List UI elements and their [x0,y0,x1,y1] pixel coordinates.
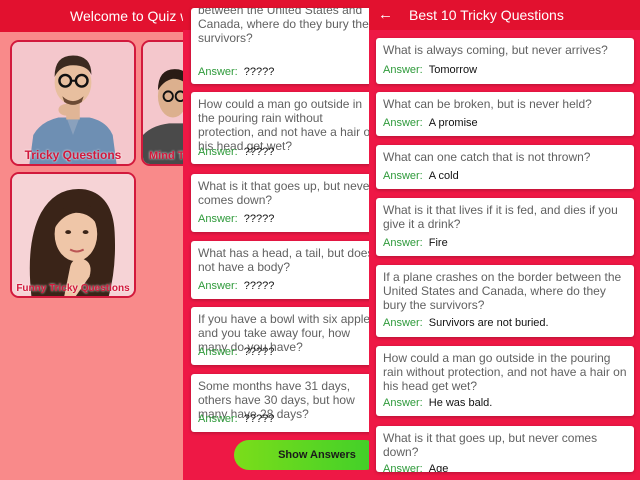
answer-label: Answer: [198,346,238,358]
answer-value: Fire [428,237,448,249]
answer-label: Answer: [198,413,238,425]
answer-value: ????? [243,66,275,78]
question-text: What is it that goes up, but never comes… [383,431,598,459]
answer-label: Answer: [198,213,238,225]
home-app-bar: Welcome to Quiz w [0,0,195,32]
answer-row: Answer: Fire [383,237,448,250]
answer-value: Survivors are not buried. [428,317,549,329]
thinking-woman-image [12,174,134,296]
answer-value: A promise [428,117,478,129]
question-text: What is always coming, but never arrives… [383,43,608,57]
back-arrow-icon[interactable]: ← [378,0,393,30]
answer-label: Answer: [198,66,238,78]
question-card[interactable]: What is it that lives if it is fed, and … [376,198,634,256]
answer-row: Answer: Survivors are not buried. [383,317,549,330]
question-card[interactable]: How could a man go outside in the pourin… [191,92,375,164]
answer-value: Tomorrow [428,64,478,76]
answer-row: Answer:????? [198,213,274,226]
question-text: What is it that lives if it is fed, and … [383,203,618,231]
question-card[interactable]: If you have a bowl with six apples and y… [191,307,375,365]
tile-label: Tricky Questions [24,148,122,162]
answer-value: ????? [243,413,275,425]
answer-value: ????? [243,346,275,358]
question-card[interactable]: What is it that goes up, but never comes… [376,426,634,472]
answer-value: Age [428,463,449,472]
answer-value: A cold [428,170,459,182]
answer-row: Answer:????? [198,66,274,79]
question-card[interactable]: Some months have 31 days, others have 30… [191,374,375,432]
answer-row: Answer:????? [198,280,274,293]
answer-label: Answer: [383,170,423,182]
answer-row: Answer: A cold [383,170,459,183]
answer-row: Answer: Tomorrow [383,64,477,77]
answer-label: Answer: [198,146,238,158]
question-card[interactable]: If a plane crashes on the border between… [376,265,634,337]
question-text: If a plane crashes on the border between… [383,270,622,312]
thinking-man-image [12,42,134,164]
show-answers-button[interactable]: Show Answers [234,440,375,470]
answer-label: Answer: [383,117,423,129]
question-card[interactable]: How could a man go outside in the pourin… [376,346,634,416]
page-title: Best 10 Tricky Questions [409,7,564,23]
question-text: How could a man go outside in the pourin… [383,351,627,393]
question-card[interactable]: What has a head, a tail, but does not ha… [191,241,375,299]
answer-row: Answer:????? [198,146,274,159]
question-card[interactable]: What is it that goes up, but never comes… [191,174,375,232]
answers-screen: ← Best 10 Tricky Questions What is alway… [369,0,640,480]
questions-screen: ← Best 10 Tricky Questions If a plane cr… [183,0,375,480]
question-card[interactable]: What is always coming, but never arrives… [376,38,634,84]
question-text: What can be broken, but is never held? [383,97,592,111]
question-text: If a plane crashes on the border between… [198,8,369,45]
answer-row: Answer: Age [383,463,448,472]
answer-label: Answer: [383,237,423,249]
question-card[interactable]: If a plane crashes on the border between… [191,8,375,84]
question-text: What has a head, a tail, but does not ha… [198,246,374,274]
answer-row: Answer: A promise [383,117,478,130]
answer-label: Answer: [383,397,423,409]
answer-value: ????? [243,213,275,225]
answer-label: Answer: [383,463,423,472]
question-card[interactable]: What can one catch that is not thrown? A… [376,145,634,189]
question-text: What is it that goes up, but never comes… [198,179,374,207]
answers-app-bar: ← Best 10 Tricky Questions [369,0,640,30]
answer-value: ????? [243,146,275,158]
answer-row: Answer:????? [198,413,274,426]
answer-row: Answer: He was bald. [383,397,492,410]
answer-value: ????? [243,280,275,292]
question-text: What can one catch that is not thrown? [383,150,591,164]
question-card[interactable]: What can be broken, but is never held? A… [376,92,634,136]
answer-value: He was bald. [428,397,493,409]
answer-label: Answer: [383,64,423,76]
tile-funny-tricky-questions[interactable]: Funny Tricky Questions [10,172,136,298]
home-screen: Welcome to Quiz w Tricky Questions Mind [0,0,195,480]
answer-row: Answer:????? [198,346,274,359]
tile-label: Funny Tricky Questions [16,283,130,294]
answer-label: Answer: [383,317,423,329]
question-text: How could a man go outside in the pourin… [198,97,375,153]
answer-label: Answer: [198,280,238,292]
home-title: Welcome to Quiz w [70,8,191,24]
tile-tricky-questions[interactable]: Tricky Questions [10,40,136,166]
